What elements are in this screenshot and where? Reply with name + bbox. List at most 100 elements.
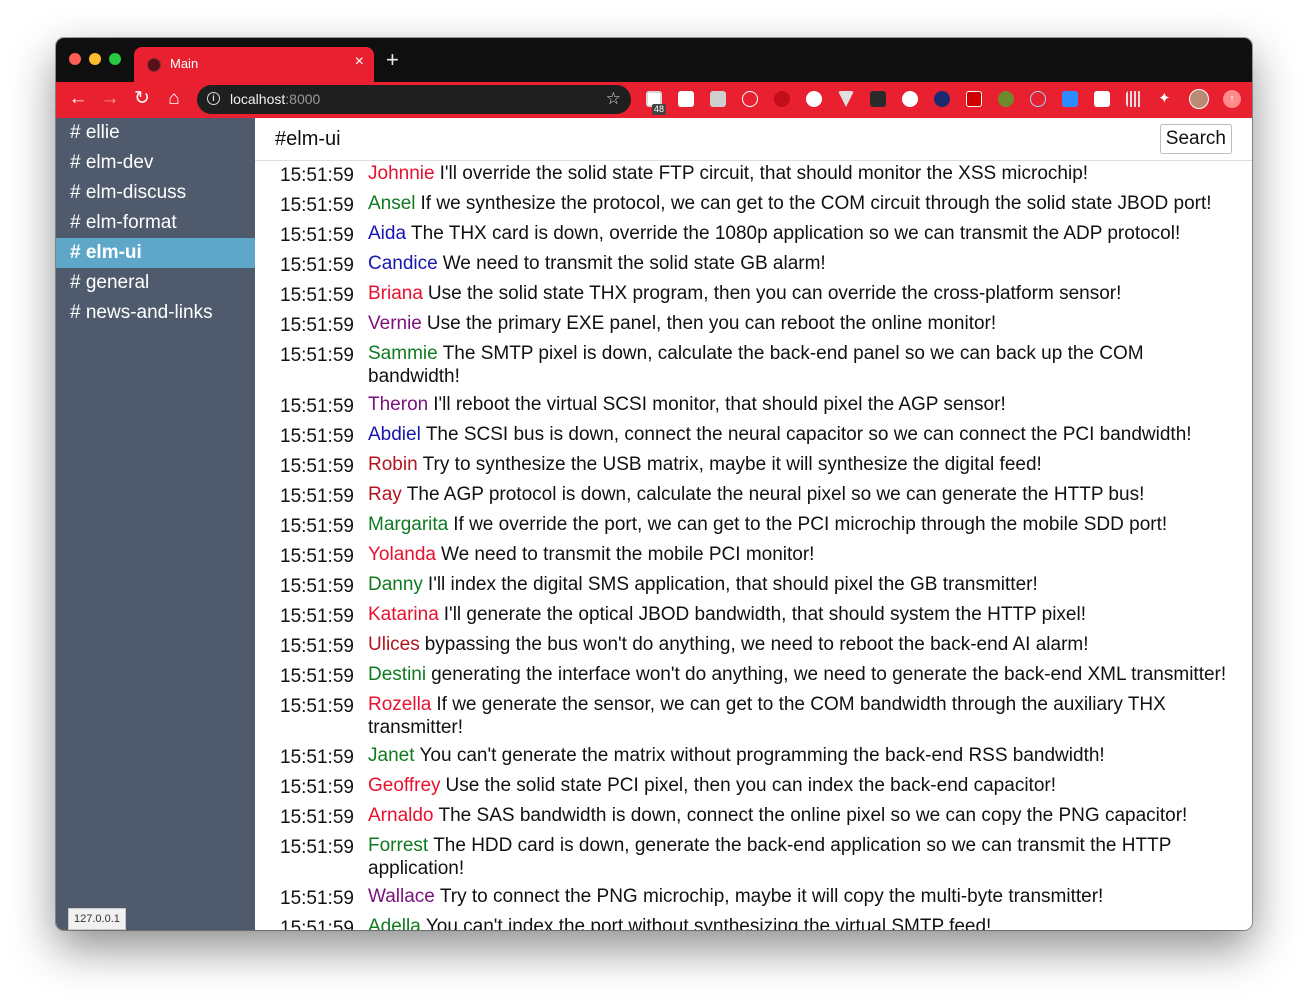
message-author[interactable]: Vernie: [368, 313, 422, 334]
message-text: Use the solid state PCI pixel, then you …: [445, 775, 1056, 796]
message-timestamp: 15:51:59: [280, 165, 354, 186]
message-row: 15:51:59 Vernie Use the primary EXE panel,…: [280, 312, 1252, 337]
puzzle-icon[interactable]: ✦: [1158, 91, 1174, 107]
message-author[interactable]: Ulices: [368, 634, 420, 655]
message-timestamp: 15:51:59: [280, 918, 354, 930]
message-author[interactable]: Abdiel: [368, 424, 421, 445]
channel-list: # ellie # elm-dev # elm-discuss # elm-forma…: [56, 118, 255, 328]
graph-extension-icon[interactable]: [710, 91, 726, 107]
channel-item[interactable]: # news-and-links: [56, 298, 255, 328]
message-author[interactable]: Candice: [368, 253, 438, 274]
update-icon[interactable]: ↑: [1223, 90, 1241, 108]
message-body: Candice We need to transmit the solid sta…: [368, 252, 1252, 275]
reload-icon[interactable]: ↻: [130, 87, 154, 111]
message-row: 15:51:59 Rozella If we generate the sensor…: [280, 693, 1252, 739]
message-body: Geoffrey Use the solid state PCI pixel, t…: [368, 774, 1252, 797]
channel-title: #elm-ui: [275, 128, 341, 150]
cookie-extension-icon[interactable]: [806, 91, 822, 107]
message-author[interactable]: Katarina: [368, 604, 439, 625]
gear-extension-icon[interactable]: [998, 91, 1014, 107]
home-icon[interactable]: ⌂: [162, 87, 186, 111]
message-author[interactable]: Margarita: [368, 514, 448, 535]
message-author[interactable]: Ray: [368, 484, 402, 505]
message-author[interactable]: Danny: [368, 574, 423, 595]
channel-item[interactable]: # elm-dev: [56, 148, 255, 178]
address-bar[interactable]: i localhost:8000 ☆: [197, 85, 631, 114]
message-body: Rozella If we generate the sensor, we can…: [368, 693, 1252, 739]
message-author[interactable]: Geoffrey: [368, 775, 441, 796]
message-body: Theron I'll reboot the virtual SCSI monit…: [368, 393, 1252, 416]
message-author[interactable]: Forrest: [368, 835, 428, 856]
message-text: The HDD card is down, generate the back-…: [368, 835, 1172, 879]
channel-item[interactable]: # general: [56, 268, 255, 298]
message-row: 15:51:59 Wallace Try to connect the PNG mi…: [280, 885, 1252, 910]
channel-item[interactable]: # ellie: [56, 118, 255, 148]
message-text: Use the solid state THX program, then yo…: [427, 283, 1122, 304]
message-author[interactable]: Ansel: [368, 193, 416, 214]
message-author[interactable]: Yolanda: [368, 544, 436, 565]
message-text: bypassing the bus won't do anything, we …: [424, 634, 1089, 655]
url-text: localhost:8000: [230, 91, 320, 107]
message-author[interactable]: Rozella: [368, 694, 431, 715]
channel-item[interactable]: # elm-format: [56, 208, 255, 238]
message-author[interactable]: Destini: [368, 664, 426, 685]
message-timestamp: 15:51:59: [280, 285, 354, 306]
message-timestamp: 15:51:59: [280, 486, 354, 507]
browser-toolbar: ← → ↻ ⌂ i localhost:8000 ☆ 48 ✦ ↑: [56, 82, 1252, 118]
message-author[interactable]: Aida: [368, 223, 406, 244]
channel-item[interactable]: # elm-discuss: [56, 178, 255, 208]
tab-close-icon[interactable]: ×: [355, 53, 364, 71]
site-info-icon[interactable]: i: [207, 92, 220, 105]
message-list[interactable]: 15:51:59 Johnnie I'll override the solid s…: [255, 162, 1252, 930]
message-row: 15:51:59 Yolanda We need to transmit the m…: [280, 543, 1252, 568]
message-row: 15:51:59 Ulices bypassing the bus won't do…: [280, 633, 1252, 658]
channel-item[interactable]: # elm-ui: [56, 238, 255, 268]
message-text: I'll index the digital SMS application, …: [427, 574, 1038, 595]
audio-extension-icon[interactable]: [1126, 91, 1142, 107]
vue-devtools-icon[interactable]: [838, 91, 854, 107]
message-timestamp: 15:51:59: [280, 426, 354, 447]
adblock-icon[interactable]: [774, 91, 790, 107]
message-author[interactable]: Robin: [368, 454, 418, 475]
new-tab-button[interactable]: +: [386, 48, 399, 72]
profile-avatar[interactable]: [1189, 89, 1209, 109]
message-author[interactable]: Arnaldo: [368, 805, 434, 826]
message-body: Ray The AGP protocol is down, calculate t…: [368, 483, 1252, 506]
message-timestamp: 15:51:59: [280, 456, 354, 477]
forward-arrow-icon[interactable]: →: [98, 87, 122, 111]
pen-extension-icon[interactable]: [966, 91, 982, 107]
message-author[interactable]: Briana: [368, 283, 423, 304]
dark-extension-icon[interactable]: [870, 91, 886, 107]
message-body: Katarina I'll generate the optical JBOD b…: [368, 603, 1252, 626]
notes-extension-icon[interactable]: [1094, 91, 1110, 107]
ip-extension-icon[interactable]: [934, 91, 950, 107]
message-author[interactable]: Wallace: [368, 886, 435, 907]
message-body: Robin Try to synthesize the USB matrix, m…: [368, 453, 1252, 476]
tab-main[interactable]: Main ×: [134, 47, 374, 82]
back-arrow-icon[interactable]: ←: [66, 87, 90, 111]
video-extension-icon[interactable]: [1062, 91, 1078, 107]
maximize-window-button[interactable]: [109, 53, 121, 65]
message-author[interactable]: Johnnie: [368, 163, 435, 184]
react-devtools-icon[interactable]: [1030, 91, 1046, 107]
message-timestamp: 15:51:59: [280, 777, 354, 798]
message-author[interactable]: Janet: [368, 745, 414, 766]
minimize-window-button[interactable]: [89, 53, 101, 65]
message-body: Janet You can't generate the matrix witho…: [368, 744, 1252, 767]
message-timestamp: 15:51:59: [280, 195, 354, 216]
message-author[interactable]: Theron: [368, 394, 428, 415]
password-manager-icon[interactable]: [742, 91, 758, 107]
message-body: Arnaldo The SAS bandwidth is down, connec…: [368, 804, 1252, 827]
qr-extension-icon[interactable]: [678, 91, 694, 107]
bookmark-star-icon[interactable]: ☆: [606, 89, 621, 109]
message-row: 15:51:59 Abdiel The SCSI bus is down, conn…: [280, 423, 1252, 448]
message-row: 15:51:59 Ansel If we synthesize the protoc…: [280, 192, 1252, 217]
search-button[interactable]: Search: [1159, 124, 1232, 154]
circle-extension-icon[interactable]: [902, 91, 918, 107]
message-author[interactable]: Adella: [368, 916, 421, 930]
message-body: Sammie The SMTP pixel is down, calculate …: [368, 342, 1252, 388]
message-author[interactable]: Sammie: [368, 343, 438, 364]
close-window-button[interactable]: [69, 53, 81, 65]
message-row: 15:51:59 Arnaldo The SAS bandwidth is down…: [280, 804, 1252, 829]
message-body: Margarita If we override the port, we can…: [368, 513, 1252, 536]
